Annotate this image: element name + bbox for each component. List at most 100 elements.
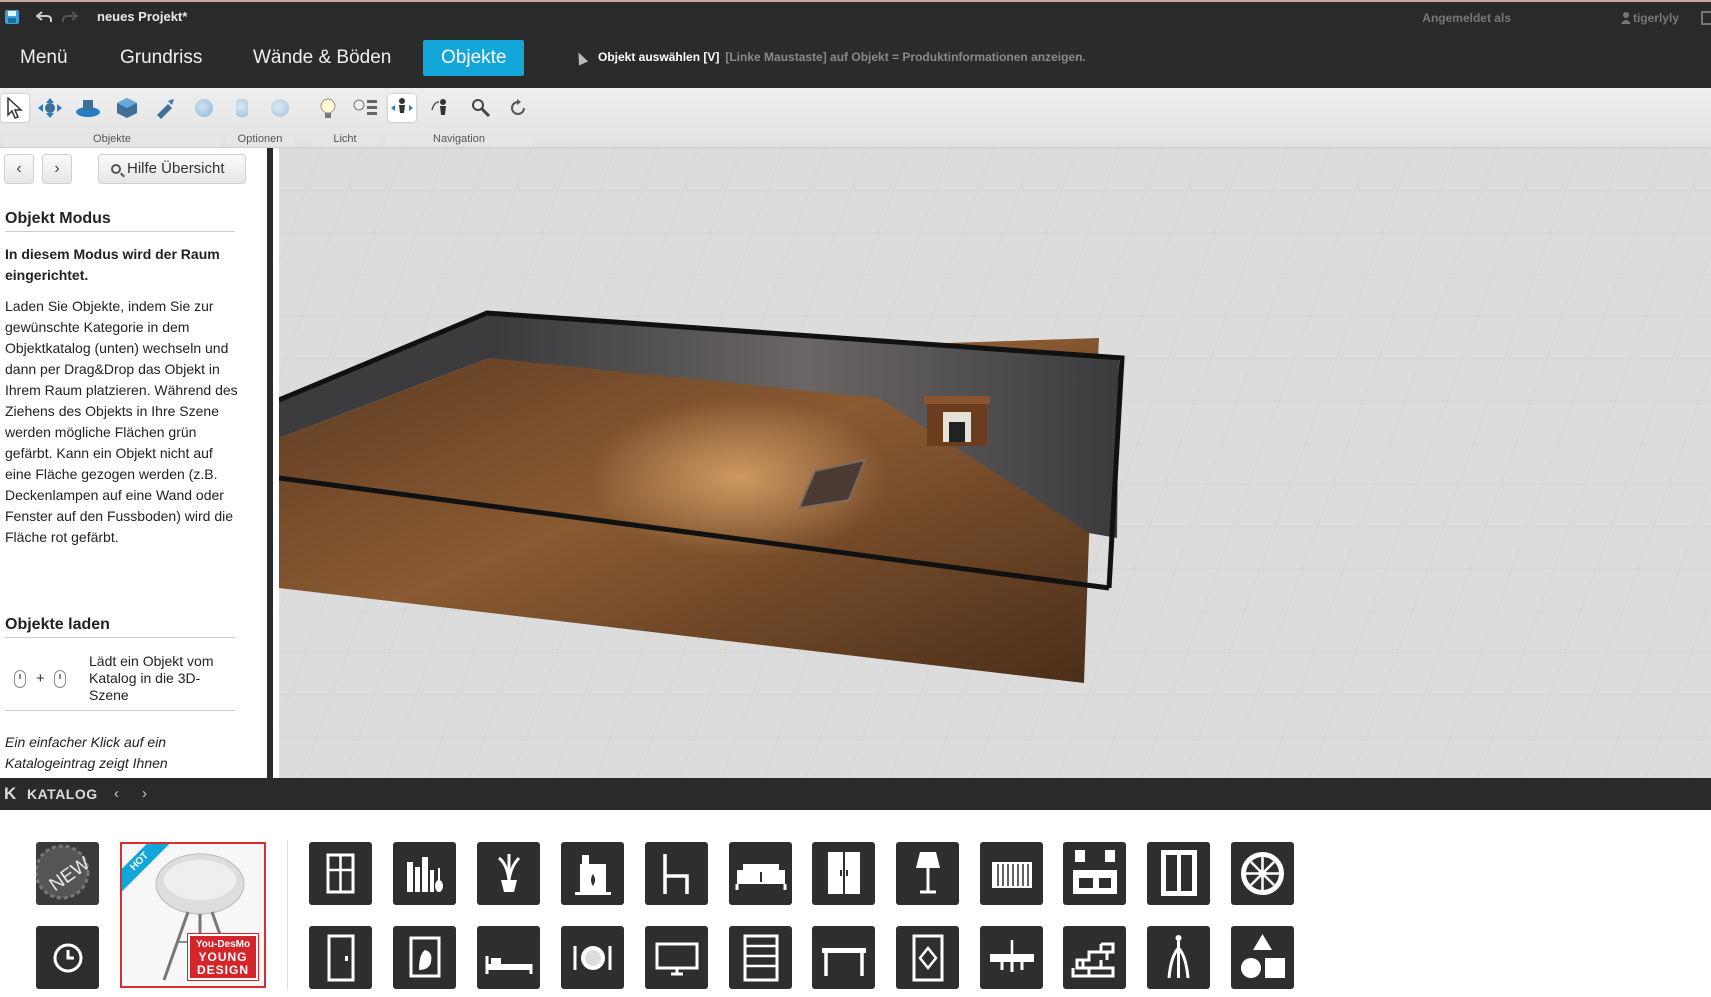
nav-orbit-button[interactable]	[428, 94, 456, 122]
category-lamps[interactable]	[896, 842, 959, 905]
username[interactable]: tigerlyly	[1633, 11, 1679, 25]
reset-view-button[interactable]	[504, 94, 532, 122]
help-back-button[interactable]: ‹	[4, 154, 34, 184]
tab-grundriss[interactable]: Grundriss	[120, 40, 202, 76]
category-plants[interactable]	[477, 842, 540, 905]
3d-scene[interactable]	[279, 148, 1711, 778]
category-shelving[interactable]	[729, 926, 792, 989]
chair-icon	[663, 854, 689, 894]
tab-waende-boeden[interactable]: Wände & Böden	[253, 40, 391, 76]
move-icon	[38, 98, 62, 118]
figure-icon	[236, 99, 248, 117]
category-radiators[interactable]	[980, 842, 1043, 905]
nav-walk-button[interactable]	[388, 94, 416, 122]
catalog-area: NEW HOT You-DesMo YOUNG DESIGN	[0, 810, 1711, 997]
option-tool-3[interactable]	[266, 94, 294, 122]
cube-icon	[117, 98, 137, 118]
radiator-icon	[992, 862, 1032, 888]
section-title-objekt-modus: Objekt Modus	[5, 210, 235, 232]
featured-product-tile[interactable]: HOT You-DesMo YOUNG DESIGN	[120, 842, 266, 988]
user-icon	[1621, 12, 1631, 24]
ceiling-lamp-icon	[990, 940, 1034, 972]
catalog-title: KATALOG	[27, 786, 98, 802]
tool-toolbar: Objekte Optionen Licht Navigation	[0, 88, 1711, 148]
window-control-icon[interactable]	[1701, 11, 1711, 25]
category-shapes[interactable]	[1231, 926, 1294, 989]
mode-hint: Objekt auswählen [V] [Linke Maustaste] au…	[573, 42, 1086, 72]
move-tool-button[interactable]	[36, 94, 64, 122]
scale-tool-button[interactable]	[113, 94, 141, 122]
category-ceiling-lamps[interactable]	[980, 926, 1043, 989]
project-name: neues Projekt*	[97, 9, 188, 24]
tab-objekte[interactable]: Objekte	[423, 40, 525, 76]
category-wardrobes[interactable]	[812, 842, 875, 905]
help-panel: ‹ › Hilfe Übersicht Objekt Modus In dies…	[0, 148, 273, 778]
catalog-recent-tile[interactable]	[36, 926, 99, 989]
catalog-prev-button[interactable]: ‹	[114, 785, 119, 802]
load-description: Lädt ein Objekt vom Katalog in die 3D-Sz…	[89, 653, 214, 703]
tab-menu[interactable]: Menü	[20, 40, 68, 76]
young-design-badge: You-DesMo YOUNG DESIGN	[187, 933, 259, 981]
sofa-icon	[735, 864, 787, 890]
rotate-object-icon	[76, 100, 100, 117]
zoom-figure-icon	[472, 99, 491, 118]
light-list-icon	[353, 99, 377, 115]
help-overview-button[interactable]: Hilfe Übersicht	[98, 154, 246, 184]
window-icon	[326, 853, 355, 894]
redo-icon[interactable]	[62, 10, 78, 24]
option-tool-1[interactable]	[190, 94, 218, 122]
category-tables[interactable]	[812, 926, 875, 989]
category-rugs[interactable]	[896, 926, 959, 989]
category-kitchen[interactable]	[1063, 842, 1126, 905]
search-icon	[111, 164, 121, 174]
group-label-objekte: Objekte	[4, 132, 220, 146]
category-tv[interactable]	[645, 926, 708, 989]
wardrobe-icon	[828, 852, 860, 894]
group-label-optionen: Optionen	[226, 132, 294, 146]
cursor-icon	[573, 50, 589, 66]
fireplace-object[interactable]	[924, 396, 990, 446]
door-icon	[327, 934, 355, 982]
category-windows[interactable]	[309, 842, 372, 905]
category-dining[interactable]	[561, 926, 624, 989]
hint-text: [Linke Maustaste] auf Objekt = Produktin…	[725, 50, 1086, 64]
category-window-frames[interactable]	[1147, 842, 1210, 905]
clock-icon	[53, 943, 83, 973]
paint-tool-button[interactable]	[152, 94, 180, 122]
light-tool-button[interactable]	[314, 94, 342, 122]
select-arrow-icon	[7, 97, 23, 119]
help-forward-button[interactable]: ›	[42, 154, 72, 184]
save-icon[interactable]	[4, 9, 20, 25]
select-tool-button[interactable]	[1, 94, 29, 122]
category-wheels[interactable]	[1231, 842, 1294, 905]
catalog-divider	[287, 840, 288, 990]
shelf-icon	[743, 934, 779, 982]
catalog-new-tile[interactable]: NEW	[36, 842, 99, 905]
undo-icon[interactable]	[36, 10, 52, 24]
section-note: Ein einfacher Klick auf ein Katalogeintr…	[5, 734, 168, 771]
mouse-drag-icon	[54, 670, 66, 688]
mouse-shortcut: +	[12, 668, 72, 692]
category-chairs[interactable]	[645, 842, 708, 905]
category-shelves[interactable]	[393, 842, 456, 905]
category-beds[interactable]	[477, 926, 540, 989]
picture-frame-icon	[409, 936, 441, 978]
3d-viewport[interactable]	[279, 148, 1711, 778]
rotate-tool-button[interactable]	[74, 94, 102, 122]
title-bar: neues Projekt* Angemeldet als tigerlyly	[0, 0, 1711, 32]
category-coat-stands[interactable]	[1147, 926, 1210, 989]
nav-zoom-button[interactable]	[467, 94, 495, 122]
catalog-next-button[interactable]: ›	[142, 785, 147, 802]
mouse-icon	[14, 670, 26, 688]
shapes-icon	[1241, 934, 1285, 978]
light-settings-button[interactable]	[352, 94, 380, 122]
category-sofas[interactable]	[729, 842, 792, 905]
catalog-collapse-button[interactable]: K	[4, 784, 16, 804]
category-fireplaces[interactable]	[561, 842, 624, 905]
section-title-objekte-laden: Objekte laden	[5, 616, 235, 638]
category-walls[interactable]	[1063, 926, 1126, 989]
option-tool-2[interactable]	[228, 94, 256, 122]
category-pictures[interactable]	[393, 926, 456, 989]
category-doors[interactable]	[309, 926, 372, 989]
group-label-licht: Licht	[311, 132, 379, 146]
